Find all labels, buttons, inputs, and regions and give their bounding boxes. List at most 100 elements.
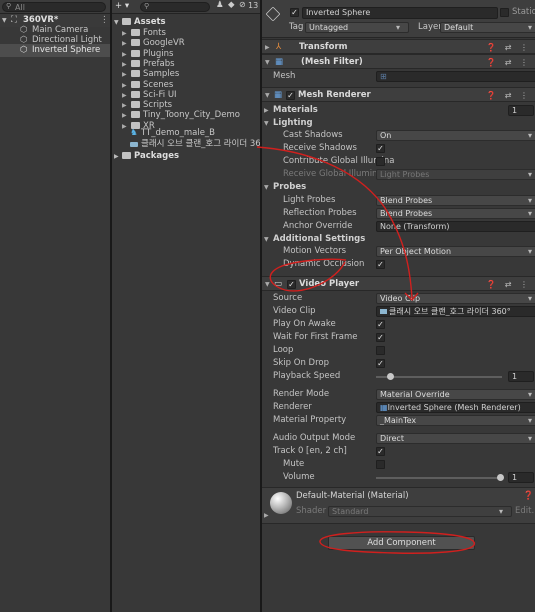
component-menu-icons[interactable]: ❓ ⇄ ⋮ [486,89,531,102]
skip-on-drop-checkbox[interactable]: ✓ [376,359,385,368]
collapse-arrow-icon[interactable]: ▶ [264,509,272,522]
materials-count[interactable]: 1 [508,105,534,116]
audio-output-dropdown[interactable]: Direct [376,433,535,444]
folder-icon [131,70,140,78]
object-active-checkbox[interactable]: ✓ [290,8,299,17]
shader-dropdown: Standard [328,506,512,517]
component-menu-icons[interactable]: ❓ ⇄ ⋮ [486,56,531,69]
hierarchy-item-selected[interactable]: ⬡ Inverted Sphere [0,44,110,57]
receive-shadows-label: Receive Shadows [283,143,357,153]
folder-icon [131,39,140,47]
renderer-field[interactable]: ▦Inverted Sphere (Mesh Renderer) [376,402,535,413]
audio-output-label: Audio Output Mode [273,433,356,443]
expand-arrow-icon[interactable]: ▶ [122,120,127,133]
folder-icon [131,59,140,67]
component-menu-icons[interactable]: ❓ ⇄ ⋮ [486,41,531,54]
volume-label: Volume [283,472,315,482]
play-on-awake-checkbox[interactable]: ✓ [376,320,385,329]
video-player-header[interactable]: ▼ ▭ ✓ Video Player ❓ ⇄ ⋮ [262,276,535,291]
expand-arrow-icon[interactable]: ▼ [265,56,273,69]
reflection-probes-label: Reflection Probes [283,208,357,218]
dynamic-occlusion-checkbox[interactable]: ✓ [376,260,385,269]
mesh-renderer-icon: ▦ [274,90,283,100]
video-clip-icon [380,309,387,314]
video-player-title: Video Player [299,279,360,289]
add-component-button[interactable]: Add Component [328,536,475,550]
video-player-icon: ▭ [274,279,283,289]
folder-icon [131,29,140,36]
expand-arrow-icon[interactable]: ▼ [264,233,272,246]
label-icon[interactable]: ◆ [228,0,235,10]
expand-arrow-icon[interactable]: ▼ [265,89,273,102]
expand-arrow-icon[interactable]: ▼ [264,181,272,194]
hierarchy-toolbar: ⚲ All [0,0,110,14]
materials-foldout[interactable]: Materials [273,104,318,117]
layer-dropdown[interactable]: Default [440,22,535,33]
shader-label: Shader [296,506,327,516]
video-player-enabled-checkbox[interactable]: ✓ [287,280,296,289]
source-dropdown[interactable]: Video Clip [376,293,535,304]
motion-vectors-dropdown[interactable]: Per Object Motion [376,246,535,257]
receive-shadows-checkbox[interactable]: ✓ [376,144,385,153]
transform-icon: ⅄ [276,42,282,52]
reflection-probes-dropdown[interactable]: Blend Probes [376,208,535,219]
mute-checkbox[interactable] [376,460,385,469]
folder-icon [131,49,140,57]
mesh-renderer-enabled-checkbox[interactable]: ✓ [286,91,295,100]
material-sphere-icon [270,492,292,514]
hierarchy-panel: ⚲ All ▼ ⛶ 360VR* ⋮ ⬡ Main Camera ⬡ Direc… [0,0,110,612]
video-clip-field[interactable]: 클래시 오브 클랜_호그 라이더 360° [376,306,535,317]
expand-arrow-icon[interactable]: ▼ [114,16,119,29]
gameobject-icon: ⬡ [20,45,28,55]
cast-shadows-dropdown[interactable]: On [376,130,535,141]
hierarchy-search-placeholder: All [15,3,25,12]
probes-foldout[interactable]: Probes [273,181,306,194]
material-property-dropdown[interactable]: _MainTex [376,415,535,426]
layer-label: Layer [418,22,442,32]
collapse-arrow-icon[interactable]: ▶ [264,104,272,117]
playback-speed-input[interactable]: 1 [508,371,534,382]
mesh-field[interactable]: ⊞ [376,71,535,82]
volume-input[interactable]: 1 [508,472,534,483]
project-panel: + ▾ ⚲ ♟ ◆ ⊘ 13 ▼ Assets ▶ Fonts ▶ GoogleVR ▶… [112,0,266,612]
shader-edit-button[interactable]: Edit... [515,505,535,518]
mute-label: Mute [283,459,305,469]
loop-label: Loop [273,345,294,355]
playback-speed-slider-track[interactable] [376,376,502,378]
expand-arrow-icon[interactable]: ▶ [114,150,119,163]
component-menu-icons[interactable]: ❓ ⇄ ⋮ [486,278,531,291]
mesh-label: Mesh [273,71,296,81]
volume-slider-track[interactable] [376,477,502,479]
wait-first-frame-checkbox[interactable]: ✓ [376,333,385,342]
contribute-gi-checkbox[interactable] [376,157,385,166]
static-checkbox[interactable] [500,8,509,17]
mesh-renderer-header[interactable]: ▼ ▦ ✓ Mesh Renderer ❓ ⇄ ⋮ [262,87,535,102]
render-mode-dropdown[interactable]: Material Override [376,389,535,400]
object-name-input[interactable]: Inverted Sphere [302,7,498,19]
material-name: Default-Material (Material) [296,491,409,501]
hidden-icon[interactable]: ⊘ [239,0,246,9]
folder-open-icon [122,18,131,25]
renderer-label: Renderer [273,402,312,412]
project-search-input[interactable]: ⚲ [140,2,210,12]
playback-speed-slider-thumb[interactable] [387,373,394,380]
tag-dropdown[interactable]: Untagged [305,22,409,33]
mesh-filter-header[interactable]: ▼ ▦ (Mesh Filter) ❓ ⇄ ⋮ [262,54,535,69]
filter-icon[interactable]: ♟ [216,0,224,10]
expand-arrow-icon[interactable]: ▼ [264,117,272,130]
transform-header[interactable]: ▶ ⅄ Transform ❓ ⇄ ⋮ [262,39,535,54]
material-help-icon[interactable]: ❓ [523,490,534,503]
volume-slider-thumb[interactable] [497,474,504,481]
anchor-override-field[interactable]: None (Transform) [376,221,535,232]
hierarchy-search-input[interactable]: ⚲ All [2,2,106,12]
video-clip-value: 클래시 오브 클랜_호그 라이더 360° [389,307,511,316]
add-asset-button[interactable]: + ▾ [115,1,129,11]
folder-label: Tiny_Toony_City_Demo [143,110,240,121]
loop-checkbox[interactable] [376,346,385,355]
folder-icon [131,80,140,88]
tag-label: Tag [289,22,304,32]
track-enabled-checkbox[interactable]: ✓ [376,447,385,456]
expand-arrow-icon[interactable]: ▼ [265,278,273,291]
collapse-arrow-icon[interactable]: ▶ [265,41,273,54]
light-probes-dropdown[interactable]: Blend Probes [376,195,535,206]
